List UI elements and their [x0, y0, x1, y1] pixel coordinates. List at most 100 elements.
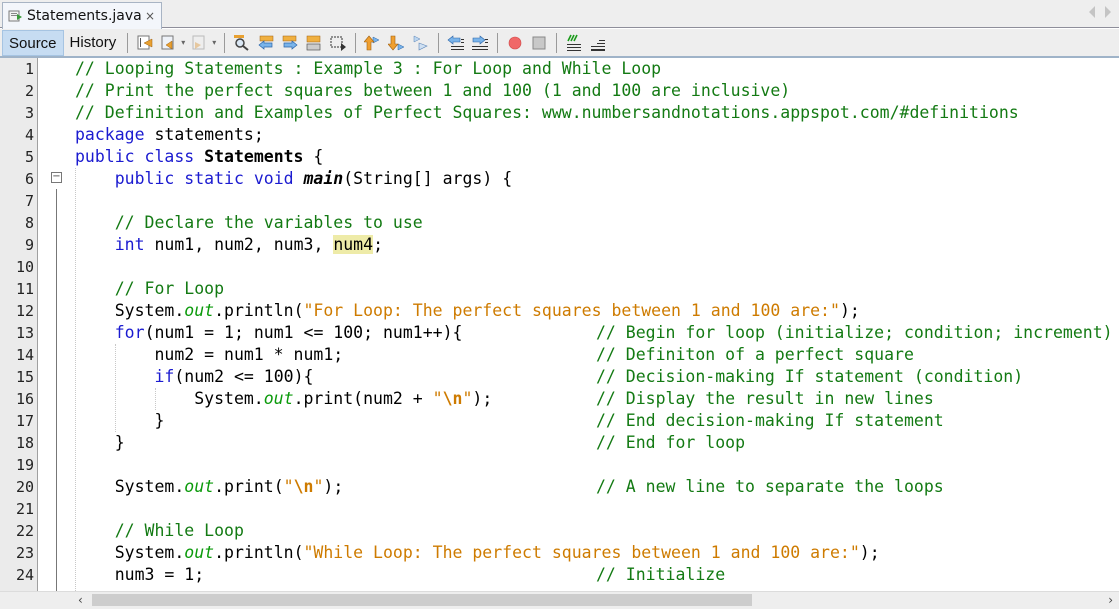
code-line[interactable]: 7 — [0, 190, 1119, 212]
code-line[interactable]: 18 } // End for loop — [0, 432, 1119, 454]
escape-token: \n — [293, 477, 314, 496]
record-macro-icon[interactable] — [506, 34, 524, 52]
shift-left-icon[interactable] — [447, 34, 465, 52]
code-text: package statements; — [75, 124, 264, 146]
toolbar-separator — [438, 32, 440, 53]
code-line[interactable]: 12 System.out.println("For Loop: The per… — [0, 300, 1119, 322]
scroll-tabs-left-icon[interactable] — [1089, 6, 1095, 18]
line-number: 24 — [15, 566, 34, 584]
code-line[interactable]: 20 System.out.print("\n");// A new line … — [0, 476, 1119, 498]
code-editor[interactable]: − 1// Looping Statements : Example 3 : F… — [0, 58, 1119, 591]
forward-dropdown-icon[interactable]: ▾ — [212, 38, 216, 47]
code-lines: 1 // Looping Statements : Example 3 : For… — [0, 58, 1119, 586]
code-token: .print(num2 + — [293, 389, 433, 408]
editor-tab-bar: Statements.java × — [0, 0, 1119, 29]
code-line[interactable]: 17 } // End decision-making If statement — [0, 410, 1119, 432]
code-token: ; — [373, 235, 383, 254]
code-line[interactable]: 3 // Definition and Examples of Perfect S… — [0, 102, 1119, 124]
code-token: ); — [323, 477, 344, 496]
select-icon[interactable] — [329, 34, 347, 52]
trailing-comment: // Decision-making If statement (conditi… — [596, 367, 1024, 386]
tab-statements-java[interactable]: Statements.java × — [2, 2, 162, 29]
toolbar-separator — [127, 32, 129, 53]
uncomment-icon[interactable] — [589, 34, 607, 52]
code-line[interactable]: 22 // While Loop — [0, 520, 1119, 542]
line-number: 12 — [15, 302, 34, 320]
code-token: ); — [839, 301, 860, 320]
line-number: 11 — [15, 280, 34, 298]
scroll-tabs-right-icon[interactable] — [1105, 6, 1111, 18]
close-tab-icon[interactable]: × — [145, 9, 155, 23]
line-number: 6 — [24, 170, 34, 188]
shift-right-icon[interactable] — [471, 34, 489, 52]
code-token: ); — [859, 543, 880, 562]
code-line[interactable]: 6 public static void main(String[] args)… — [0, 168, 1119, 190]
stop-macro-icon[interactable] — [530, 34, 548, 52]
code-text: public static void main(String[] args) { — [75, 168, 512, 190]
code-line[interactable]: 5 public class Statements { — [0, 146, 1119, 168]
scrollbar-thumb[interactable] — [92, 594, 752, 606]
line-number: 16 — [15, 390, 34, 408]
comment-token: // Declare the variables to use — [114, 213, 423, 232]
line-number: 13 — [15, 324, 34, 342]
code-line[interactable]: 16 System.out.print(num2 + "\n"); // Disp… — [0, 388, 1119, 410]
back-dropdown-icon[interactable]: ▾ — [181, 38, 185, 47]
code-line[interactable]: 23 System.out.println("While Loop: The p… — [0, 542, 1119, 564]
keyword-token: if — [154, 367, 175, 386]
string-token: " — [313, 477, 324, 496]
code-line[interactable]: 19 — [0, 454, 1119, 476]
line-number: 18 — [15, 434, 34, 452]
find-previous-icon[interactable] — [257, 34, 275, 52]
last-edit-icon[interactable] — [136, 34, 154, 52]
code-text: // While Loop — [75, 520, 244, 542]
code-text: System.out.println("While Loop: The perf… — [75, 542, 880, 564]
method-name-token: main — [303, 169, 344, 188]
code-token: .print( — [214, 477, 284, 496]
code-line[interactable]: 8 // Declare the variables to use — [0, 212, 1119, 234]
code-line[interactable]: 21 — [0, 498, 1119, 520]
code-token: (num2 <= 100){ — [174, 367, 314, 386]
toggle-highlight-icon[interactable] — [305, 34, 323, 52]
tab-title: Statements.java — [27, 8, 142, 24]
find-icon[interactable] — [233, 34, 251, 52]
code-line[interactable]: 9 int num1, num2, num3, num4; — [0, 234, 1119, 256]
find-next-icon[interactable] — [281, 34, 299, 52]
scroll-right-icon[interactable]: › — [1108, 593, 1113, 607]
toolbar-separator — [224, 32, 226, 53]
code-line[interactable]: 4 package statements; — [0, 124, 1119, 146]
code-token: System. — [75, 389, 264, 408]
code-text: } — [75, 410, 164, 432]
forward-icon[interactable] — [191, 34, 209, 52]
code-line[interactable]: 1 // Looping Statements : Example 3 : For… — [0, 58, 1119, 80]
code-token: statements; — [144, 125, 264, 144]
line-number: 14 — [15, 346, 34, 364]
previous-bookmark-icon[interactable] — [363, 34, 382, 52]
trailing-comment: // A new line to separate the loops — [596, 477, 944, 496]
toggle-bookmark-icon[interactable] — [412, 34, 430, 52]
trailing-comment: // Display the result in new lines — [596, 389, 934, 408]
code-token: ); — [472, 389, 493, 408]
horizontal-scrollbar[interactable]: ‹ › — [0, 591, 1119, 609]
code-line[interactable]: 15 if(num2 <= 100){// Decision-making If… — [0, 366, 1119, 388]
scroll-left-icon[interactable]: ‹ — [78, 593, 83, 607]
next-bookmark-icon[interactable] — [387, 34, 406, 52]
toolbar-separator — [355, 32, 357, 53]
source-view-button[interactable]: Source — [2, 29, 64, 56]
code-line[interactable]: 24 num3 = 1; // Initialize — [0, 564, 1119, 586]
code-line[interactable]: 14 num2 = num1 * num1; // Definiton of a … — [0, 344, 1119, 366]
code-text: // Looping Statements : Example 3 : For … — [75, 58, 661, 80]
code-line[interactable]: 13 for(num1 = 1; num1 <= 100; num1++){//… — [0, 322, 1119, 344]
comment-token: // Definition and Examples of Perfect Sq… — [75, 103, 1019, 122]
history-view-button[interactable]: History — [64, 30, 123, 56]
code-line[interactable]: 11 // For Loop — [0, 278, 1119, 300]
code-line[interactable]: 10 — [0, 256, 1119, 278]
comment-icon[interactable] — [565, 34, 583, 52]
code-token: } — [75, 433, 125, 452]
code-line[interactable]: 2 // Print the perfect squares between 1 … — [0, 80, 1119, 102]
back-icon[interactable] — [160, 34, 178, 52]
code-text: System.out.print(num2 + "\n"); — [75, 388, 492, 410]
trailing-comment: // Begin for loop (initialize; condition… — [596, 323, 1113, 342]
line-number: 3 — [24, 104, 34, 122]
code-token: (num1 = 1; num1 <= 100; num1++){ — [144, 323, 463, 342]
